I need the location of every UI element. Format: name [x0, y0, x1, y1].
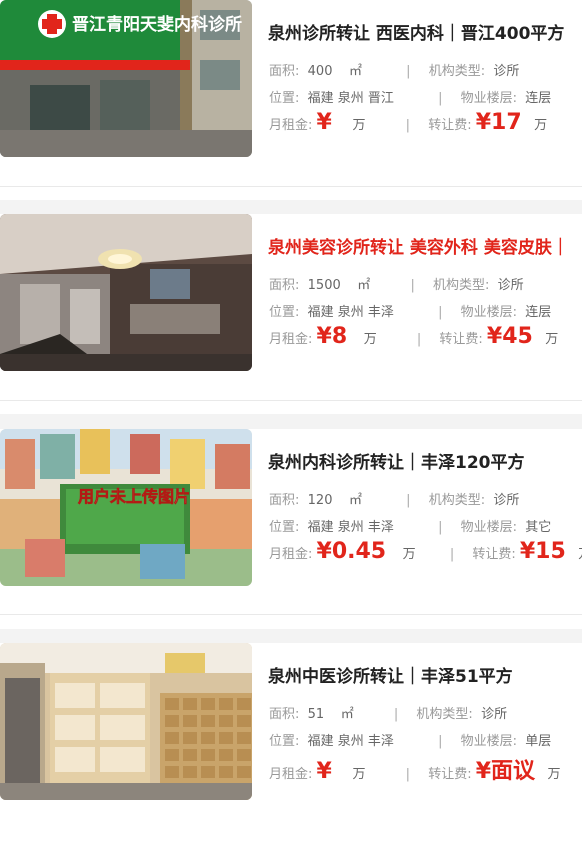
rent-value: ¥ [316, 759, 332, 784]
listing-card-4[interactable]: 泉州中医诊所转让｜丰泽51平方 面积: 51 ㎡ | 机构类型: 诊所 位置: … [0, 643, 582, 843]
area-value: 400 [307, 64, 333, 79]
rent-unit: 万 [352, 118, 366, 133]
type-value: 诊所 [481, 707, 508, 722]
listing-title[interactable]: 泉州内科诊所转让｜丰泽120平方 [268, 448, 525, 473]
floor-value: 单层 [525, 734, 552, 749]
rent-value: ¥0.45 [316, 539, 387, 564]
fee-value: ¥面议 [475, 759, 536, 784]
floor-label: 物业楼层: [460, 734, 517, 749]
listing-thumbnail[interactable]: 晋江青阳天斐内科诊所 [0, 0, 252, 157]
location-label: 位置: [269, 91, 300, 106]
location-label: 位置: [269, 520, 300, 535]
listing-list: 晋江青阳天斐内科诊所 泉州诊所转让 西医内科｜晋江400平方 面积: 400 ㎡… [0, 0, 582, 843]
listing-location-row: 位置: 福建 泉州 晋江 | 物业楼层: 连层 [269, 91, 552, 106]
listing-title[interactable]: 泉州美容诊所转让 美容外科 美容皮肤｜ [268, 233, 569, 258]
storefront-sign-text: 晋江青阳天斐内科诊所 [72, 14, 242, 35]
listing-title[interactable]: 泉州中医诊所转让｜丰泽51平方 [268, 662, 513, 687]
fee-unit: 万 [534, 118, 548, 133]
area-unit: ㎡ [349, 493, 363, 508]
listing-price-row: 月租金: ¥8 万 | 转让费: ¥45 万 [269, 324, 559, 349]
type-label: 机构类型: [416, 707, 473, 722]
area-label: 面积: [269, 64, 300, 79]
listing-thumbnail[interactable] [0, 214, 252, 371]
fee-value: ¥15 [519, 539, 566, 564]
type-value: 诊所 [493, 493, 520, 508]
listing-area-row: 面积: 51 ㎡ | 机构类型: 诊所 [269, 707, 508, 722]
area-unit: ㎡ [357, 278, 371, 293]
listing-location-row: 位置: 福建 泉州 丰泽 | 物业楼层: 其它 [269, 520, 552, 535]
location-label: 位置: [269, 734, 300, 749]
area-label: 面积: [269, 278, 300, 293]
area-label: 面积: [269, 493, 300, 508]
rent-unit: 万 [352, 767, 366, 782]
floor-value: 连层 [525, 91, 552, 106]
location-label: 位置: [269, 305, 300, 320]
area-value: 51 [307, 707, 325, 722]
listing-area-row: 面积: 400 ㎡ | 机构类型: 诊所 [269, 64, 520, 79]
listing-area-row: 面积: 1500 ㎡ | 机构类型: 诊所 [269, 278, 524, 293]
area-value: 120 [307, 493, 333, 508]
floor-label: 物业楼层: [460, 520, 517, 535]
listing-card-2[interactable]: 泉州美容诊所转让 美容外科 美容皮肤｜ 面积: 1500 ㎡ | 机构类型: 诊… [0, 214, 582, 414]
rent-unit: 万 [402, 547, 416, 562]
rent-label: 月租金: [269, 332, 313, 347]
type-label: 机构类型: [428, 493, 486, 508]
listing-price-row: 月租金: ¥ 万 | 转让费: ¥面议 万 [269, 759, 561, 784]
location-value: 福建 泉州 丰泽 [307, 305, 394, 320]
rent-label: 月租金: [269, 118, 313, 133]
rent-value: ¥ [316, 110, 332, 135]
floor-value: 其它 [525, 520, 552, 535]
listing-location-row: 位置: 福建 泉州 丰泽 | 物业楼层: 单层 [269, 734, 552, 749]
divider [0, 614, 582, 615]
listing-area-row: 面积: 120 ㎡ | 机构类型: 诊所 [269, 493, 520, 508]
divider [0, 186, 582, 187]
type-label: 机构类型: [428, 64, 486, 79]
fee-label: 转让费: [428, 767, 472, 782]
listing-card-1[interactable]: 晋江青阳天斐内科诊所 泉州诊所转让 西医内科｜晋江400平方 面积: 400 ㎡… [0, 0, 582, 200]
listing-thumbnail[interactable]: 用户未上传图片 [0, 429, 252, 586]
fee-value: ¥17 [475, 110, 522, 135]
type-value: 诊所 [497, 278, 524, 293]
listing-card-3[interactable]: 用户未上传图片 泉州内科诊所转让｜丰泽120平方 面积: 120 ㎡ | 机构类… [0, 429, 582, 629]
area-unit: ㎡ [340, 707, 354, 722]
floor-value: 连层 [525, 305, 552, 320]
listing-price-row: 月租金: ¥ 万 | 转让费: ¥17 万 [269, 110, 548, 135]
listing-location-row: 位置: 福建 泉州 丰泽 | 物业楼层: 连层 [269, 305, 552, 320]
fee-label: 转让费: [472, 547, 516, 562]
listing-thumbnail[interactable] [0, 643, 252, 800]
location-value: 福建 泉州 丰泽 [307, 520, 394, 535]
location-value: 福建 泉州 丰泽 [307, 734, 394, 749]
fee-value: ¥45 [486, 324, 533, 349]
location-value: 福建 泉州 晋江 [307, 91, 394, 106]
type-label: 机构类型: [432, 278, 490, 293]
rent-value: ¥8 [316, 324, 348, 349]
fee-unit: 万 [545, 332, 559, 347]
rent-unit: 万 [363, 332, 377, 347]
floor-label: 物业楼层: [460, 305, 517, 320]
area-label: 面积: [269, 707, 300, 722]
area-value: 1500 [307, 278, 341, 293]
rent-label: 月租金: [269, 767, 313, 782]
fee-label: 转让费: [439, 332, 483, 347]
fee-unit: 万 [578, 547, 582, 562]
type-value: 诊所 [493, 64, 520, 79]
fee-unit: 万 [547, 767, 561, 782]
listing-price-row: 月租金: ¥0.45 万 | 转让费: ¥15 万 [269, 539, 582, 564]
area-unit: ㎡ [349, 64, 363, 79]
rent-label: 月租金: [269, 547, 313, 562]
fee-label: 转让费: [428, 118, 472, 133]
placeholder-text: 用户未上传图片 [78, 487, 190, 506]
divider [0, 400, 582, 401]
listing-title[interactable]: 泉州诊所转让 西医内科｜晋江400平方 [268, 19, 564, 44]
floor-label: 物业楼层: [460, 91, 517, 106]
